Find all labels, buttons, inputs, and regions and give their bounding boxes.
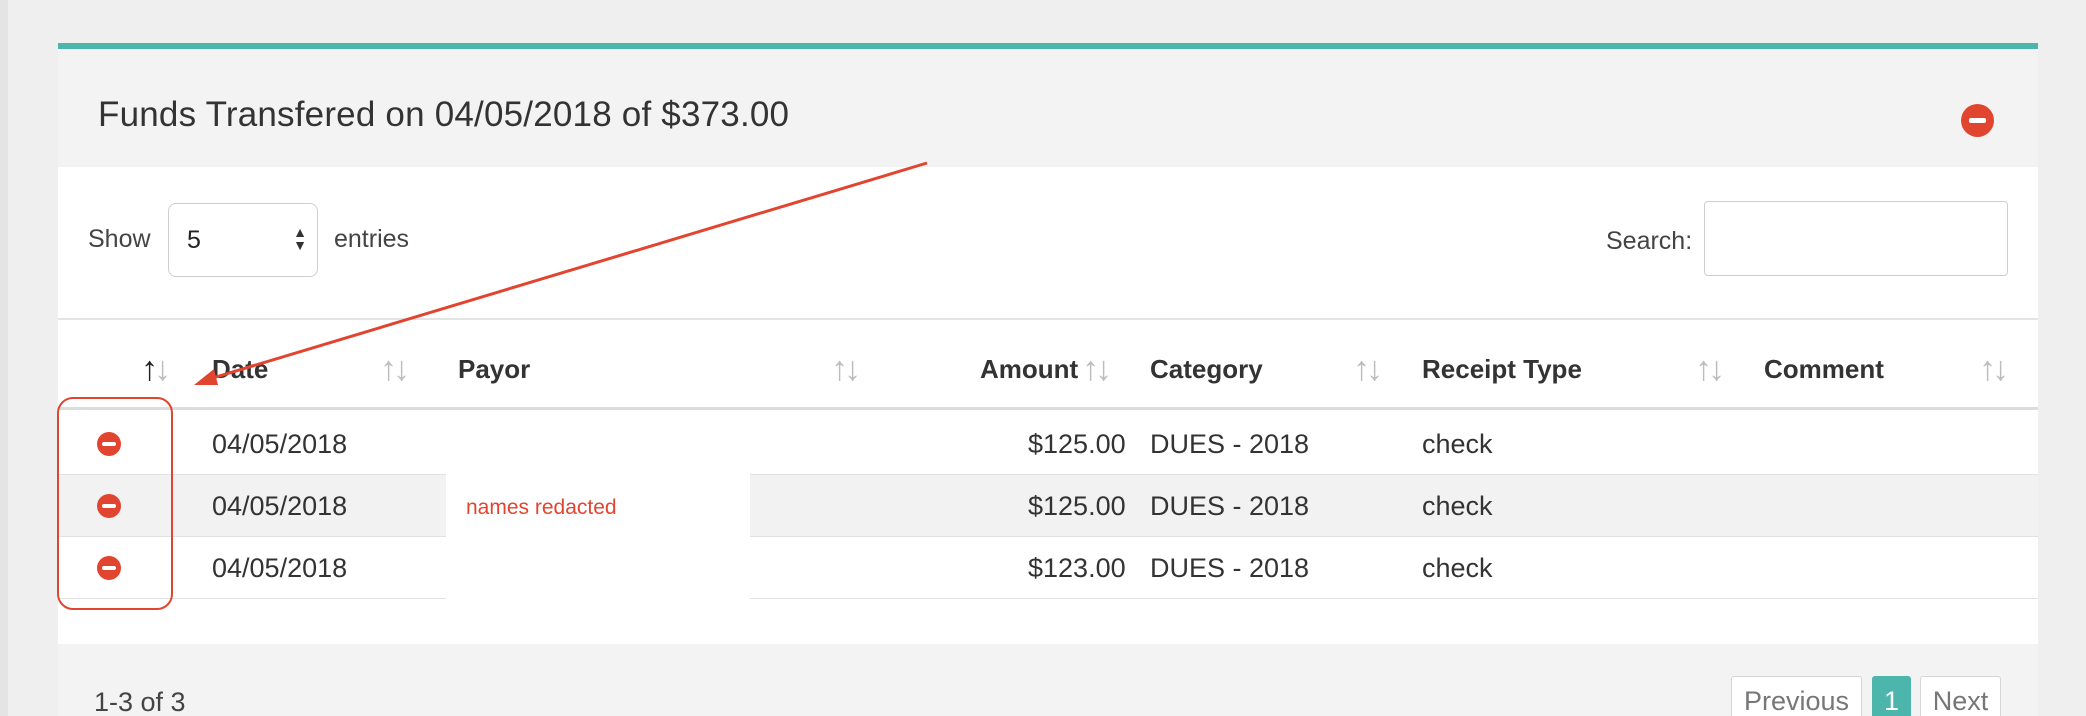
panel-title: Funds Transfered on 04/05/2018 of $373.0…	[98, 95, 790, 134]
cell-receipt-type: check	[1422, 553, 1493, 583]
column-header-amount[interactable]: Amount	[980, 354, 1078, 385]
search-input[interactable]	[1704, 201, 2008, 276]
table-row: 04/05/2018 $123.00 DUES - 2018 check	[58, 537, 2038, 599]
cell-category: DUES - 2018	[1150, 429, 1310, 459]
cell-receipt-type: check	[1422, 429, 1493, 459]
table-row: 04/05/2018 $125.00 DUES - 2018 check	[58, 475, 2038, 537]
annotation-highlight-box	[57, 397, 173, 610]
cell-amount: $125.00	[1028, 429, 1126, 459]
select-arrows-icon: ▲ ▼	[293, 224, 307, 253]
record-info: 1-3 of 3	[94, 687, 186, 716]
show-label: Show	[88, 225, 151, 253]
sort-icon[interactable]: ↑↓	[1082, 350, 1112, 389]
entries-select[interactable]: 5 ▲ ▼	[168, 203, 318, 277]
sort-icon[interactable]: ↑↓	[141, 350, 171, 389]
cell-date: 04/05/2018	[212, 553, 348, 583]
entries-select-value: 5	[187, 226, 201, 254]
redaction-note: names redacted	[466, 496, 617, 519]
cell-date: 04/05/2018	[212, 429, 348, 459]
column-header-comment[interactable]: Comment	[1764, 354, 1884, 385]
cell-date: 04/05/2018	[212, 491, 348, 521]
column-header-receipt-type[interactable]: Receipt Type	[1422, 354, 1582, 385]
cell-category: DUES - 2018	[1150, 553, 1310, 583]
search-label: Search:	[1606, 227, 1693, 255]
column-header-payor[interactable]: Payor	[458, 354, 530, 385]
previous-button[interactable]: Previous	[1731, 676, 1862, 716]
sort-icon[interactable]: ↑↓	[831, 350, 861, 389]
sort-icon[interactable]: ↑↓	[1979, 350, 2009, 389]
funds-transfer-panel: Funds Transfered on 04/05/2018 of $373.0…	[58, 43, 2038, 716]
sort-icon[interactable]: ↑↓	[1353, 350, 1383, 389]
cell-amount: $123.00	[1028, 553, 1126, 583]
minus-circle-icon[interactable]	[1961, 104, 1994, 137]
table-row: 04/05/2018 $125.00 DUES - 2018 check	[58, 413, 2038, 475]
next-button[interactable]: Next	[1920, 676, 2001, 716]
panel-header: Funds Transfered on 04/05/2018 of $373.0…	[58, 49, 2038, 167]
column-header-date[interactable]: Date	[212, 354, 268, 385]
table-controls: Show 5 ▲ ▼ entries Search:	[58, 167, 2038, 320]
entries-label: entries	[334, 225, 410, 253]
sort-icon[interactable]: ↑↓	[380, 350, 410, 389]
column-header-category[interactable]: Category	[1150, 354, 1263, 385]
data-table: ↑↓ Date ↑↓ Payor ↑↓ Amount ↑↓ Category ↑…	[58, 320, 2038, 644]
cell-receipt-type: check	[1422, 491, 1493, 521]
redaction-box: names redacted	[446, 413, 750, 602]
table-footer: 1-3 of 3 Previous 1 Next	[58, 644, 2038, 716]
cell-category: DUES - 2018	[1150, 491, 1310, 521]
table-header: ↑↓ Date ↑↓ Payor ↑↓ Amount ↑↓ Category ↑…	[58, 320, 2038, 410]
sort-icon[interactable]: ↑↓	[1695, 350, 1725, 389]
page-edge	[0, 0, 8, 716]
page-1-button[interactable]: 1	[1872, 676, 1911, 716]
cell-amount: $125.00	[1028, 491, 1126, 521]
